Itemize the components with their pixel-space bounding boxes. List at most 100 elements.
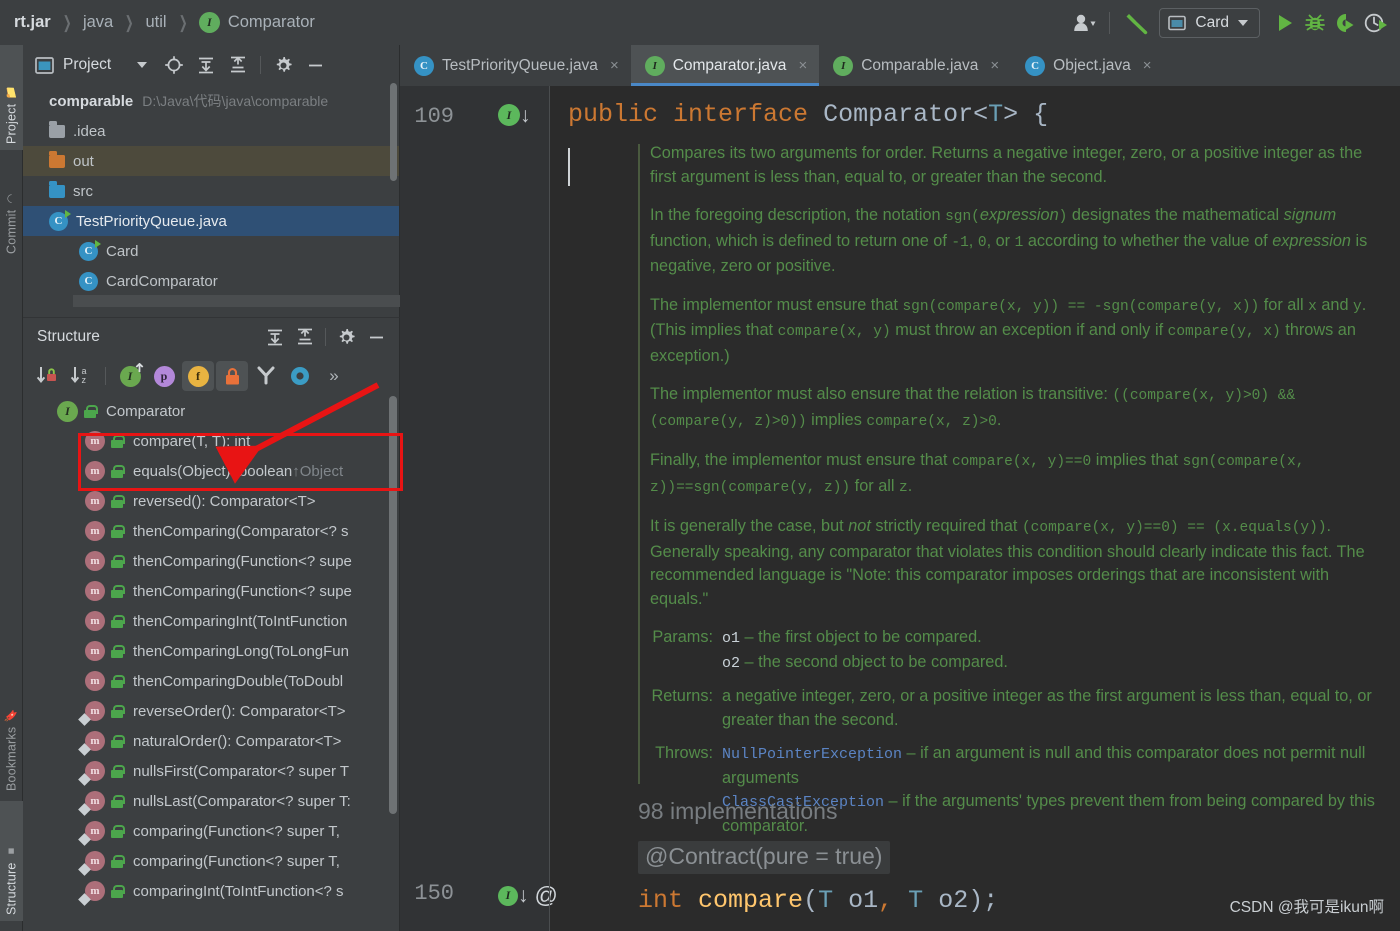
run-with-coverage-button[interactable] — [1330, 5, 1360, 41]
project-tree-item-src[interactable]: src — [23, 176, 399, 206]
show-fields-button[interactable]: f — [182, 361, 214, 391]
structure-item-equals[interactable]: m equals(Object): boolean ↑Object — [23, 456, 399, 486]
sort-alphabetically-button[interactable]: a z — [65, 361, 97, 391]
more-options-button[interactable]: » — [318, 361, 350, 391]
structure-root-comparator[interactable]: ▾ I Comparator — [23, 396, 399, 426]
breadcrumb-item-comparator[interactable]: Comparator — [228, 13, 315, 32]
minimize-button[interactable] — [300, 51, 330, 79]
tab-comparable[interactable]: I Comparable.java × — [819, 45, 1011, 86]
show-inherited-button[interactable]: I — [114, 361, 146, 391]
structure-item-thencomparing-3[interactable]: m thenComparing(Function<? supe — [23, 576, 399, 606]
build-button[interactable] — [1119, 5, 1153, 41]
breadcrumb-item-util[interactable]: util — [145, 13, 166, 32]
collapse-all-button[interactable] — [290, 323, 320, 351]
structure-item-comparing-2[interactable]: m comparing(Function<? super T, — [23, 846, 399, 876]
expand-all-button[interactable] — [260, 323, 290, 351]
branch-icon — [257, 366, 275, 385]
project-tree-item-testpriorityqueue[interactable]: ▾ C TestPriorityQueue.java — [23, 206, 399, 236]
profiler-button[interactable] — [1360, 5, 1392, 41]
gutter-icons-top[interactable]: I ↓ — [498, 104, 531, 126]
debug-button[interactable] — [1300, 5, 1330, 41]
run-button[interactable] — [1270, 5, 1300, 41]
locate-target-button[interactable] — [159, 51, 189, 79]
bookmark-icon: 🔖 — [6, 708, 18, 723]
paren-close-semicolon: ); — [968, 886, 999, 915]
exception-link[interactable]: NullPointerException — [722, 746, 902, 763]
structure-item-nullsfirst[interactable]: m nullsFirst(Comparator<? super T — [23, 756, 399, 786]
sidebar-item-commit[interactable]: Commit ◠ — [0, 155, 23, 260]
interface-badge-icon: I — [833, 55, 854, 76]
structure-item-label: naturalOrder(): Comparator<T> — [133, 732, 342, 750]
minimize-icon — [369, 336, 383, 338]
project-tree-item-card[interactable]: C Card — [23, 236, 399, 266]
javadoc-paragraph-4: The implementor must also ensure that th… — [650, 385, 1296, 430]
method-badge-icon: m — [85, 611, 105, 631]
group-methods-button[interactable] — [284, 361, 316, 391]
structure-item-nullslast[interactable]: m nullsLast(Comparator<? super T: — [23, 786, 399, 816]
project-tree-item-out[interactable]: out — [23, 146, 399, 176]
structure-item-comparing-1[interactable]: m comparing(Function<? super T, — [23, 816, 399, 846]
account-button[interactable] — [1069, 5, 1100, 41]
tab-label: Comparable.java — [861, 56, 979, 74]
tab-label: TestPriorityQueue.java — [442, 56, 598, 74]
tab-testpriorityqueue[interactable]: C TestPriorityQueue.java × — [400, 45, 631, 86]
sidebar-item-bookmarks[interactable]: Bookmarks 🔖 — [0, 675, 23, 797]
sort-by-visibility-button[interactable] — [31, 361, 63, 391]
close-icon[interactable]: × — [990, 57, 999, 74]
close-icon[interactable]: × — [610, 57, 619, 74]
static-method-badge-icon: m — [85, 851, 105, 871]
structure-item-label: comparingInt(ToIntFunction<? s — [133, 882, 344, 900]
structure-panel-header: Structure — [23, 318, 399, 356]
editor-content[interactable]: public interface Comparator<T> { Compare… — [550, 86, 1400, 931]
implementations-inlay-hint[interactable]: 98 implementations — [638, 798, 837, 825]
structure-scrollbar[interactable] — [389, 396, 397, 814]
breadcrumb-item-java[interactable]: java — [83, 13, 113, 32]
structure-item-compare[interactable]: m compare(T, T): int — [23, 426, 399, 456]
show-anonymous-classes-button[interactable] — [250, 361, 282, 391]
structure-item-label: compare(T, T): int — [133, 432, 251, 450]
run-configuration-selector[interactable]: Card — [1159, 7, 1260, 38]
structure-item-reverseorder[interactable]: m reverseOrder(): Comparator<T> — [23, 696, 399, 726]
tab-object[interactable]: C Object.java × — [1011, 45, 1163, 86]
gear-icon — [339, 328, 355, 344]
javadoc-params-row: Params: o1 – the first object to be comp… — [650, 626, 1390, 675]
collapse-all-button[interactable] — [223, 51, 253, 79]
code-editor[interactable]: 109 I ↓ 150 I ↓ @ public interface Compa… — [400, 86, 1400, 931]
structure-item-comparingint[interactable]: m comparingInt(ToIntFunction<? s — [23, 876, 399, 906]
expand-all-button[interactable] — [191, 51, 221, 79]
close-icon[interactable]: × — [1143, 57, 1152, 74]
project-scrollbar[interactable] — [390, 83, 397, 181]
structure-item-thencomparinglong[interactable]: m thenComparingLong(ToLongFun — [23, 636, 399, 666]
tab-comparator[interactable]: I Comparator.java × — [630, 45, 820, 86]
structure-item-thencomparing-2[interactable]: m thenComparing(Function<? supe — [23, 546, 399, 576]
interface-implemented-icon[interactable]: I — [498, 104, 520, 126]
show-non-public-button[interactable] — [216, 361, 248, 391]
project-tree-item-idea[interactable]: .idea — [23, 116, 399, 146]
structure-item-naturalorder[interactable]: m naturalOrder(): Comparator<T> — [23, 726, 399, 756]
editor-gutter[interactable]: 109 I ↓ 150 I ↓ @ — [400, 86, 558, 931]
interface-implemented-icon[interactable]: I — [498, 885, 518, 906]
structure-item-thencomparingdouble[interactable]: m thenComparingDouble(ToDoubl — [23, 666, 399, 696]
structure-item-thencomparing-1[interactable]: m thenComparing(Comparator<? s — [23, 516, 399, 546]
item-label: out — [73, 152, 94, 170]
sidebar-item-project[interactable]: Project 📁 — [0, 45, 23, 150]
sidebar-item-structure[interactable]: Structure ■ — [0, 801, 23, 921]
project-tree-module[interactable]: comparable D:\Java\代码\java\comparable — [23, 86, 399, 116]
project-tree-item-cardcomparator[interactable]: C CardComparator — [23, 266, 399, 296]
item-label: Card — [106, 242, 139, 260]
settings-button[interactable] — [268, 51, 298, 79]
returns-description: a negative integer, zero, or a positive … — [722, 687, 1372, 729]
keyword-public: public — [568, 100, 659, 129]
breadcrumb-item-rtjar[interactable]: rt.jar — [14, 13, 51, 32]
settings-button[interactable] — [331, 323, 361, 351]
structure-item-reversed[interactable]: m reversed(): Comparator<T> — [23, 486, 399, 516]
chevron-down-icon[interactable] — [1238, 19, 1248, 26]
minimize-button[interactable] — [361, 323, 391, 351]
show-properties-button[interactable]: p — [148, 361, 180, 391]
project-view-dropdown-button[interactable] — [127, 51, 157, 79]
param-type-2: T — [908, 886, 924, 915]
close-icon[interactable]: × — [798, 57, 807, 74]
structure-item-thencomparingint[interactable]: m thenComparingInt(ToIntFunction — [23, 606, 399, 636]
static-method-badge-icon: m — [85, 761, 105, 781]
interface-declaration-line: public interface Comparator<T> { — [568, 100, 1048, 129]
